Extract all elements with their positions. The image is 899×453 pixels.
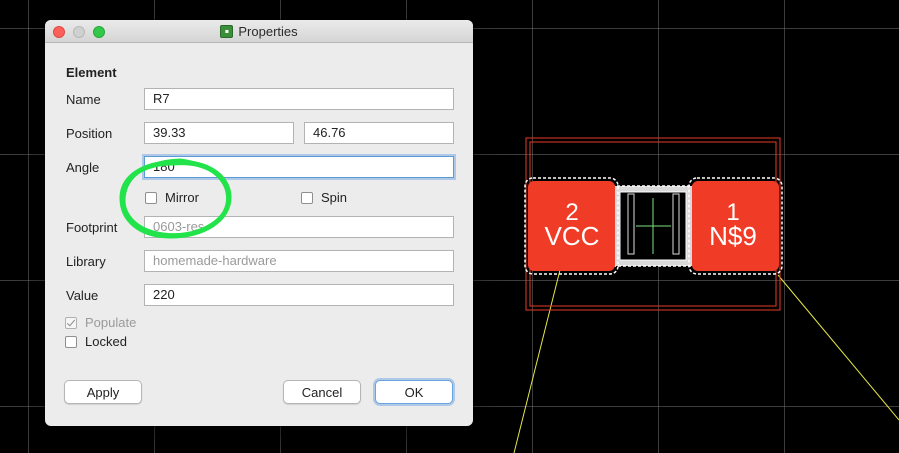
- value-label: Value: [66, 288, 99, 303]
- populate-checkbox: [65, 316, 77, 329]
- dialog-title: Properties: [238, 23, 298, 39]
- position-y-field[interactable]: 46.76: [304, 122, 454, 144]
- airwire-vcc[interactable]: [513, 269, 561, 453]
- pad-right-net: N$9: [709, 221, 757, 251]
- library-field: homemade-hardware: [144, 250, 454, 272]
- name-label: Name: [66, 92, 101, 107]
- position-x-field[interactable]: 39.33: [144, 122, 294, 144]
- pad-left-net: VCC: [545, 221, 600, 251]
- locked-checkbox-row[interactable]: Locked: [65, 334, 127, 349]
- airwire-n9[interactable]: [777, 274, 899, 421]
- value-field[interactable]: 220: [144, 284, 454, 306]
- properties-dialog: ▪ Properties Element Name R7 Position 39…: [45, 20, 473, 426]
- library-label: Library: [66, 254, 106, 269]
- name-field[interactable]: R7: [144, 88, 454, 110]
- position-label: Position: [66, 126, 113, 141]
- dialog-title-area: ▪ Properties: [45, 20, 473, 42]
- populate-checkbox-row: Populate: [65, 315, 136, 330]
- silkscreen-bar-left: [627, 193, 635, 255]
- section-title-element: Element: [66, 65, 117, 80]
- apply-button[interactable]: Apply: [64, 380, 142, 404]
- eagle-app-icon: ▪: [220, 24, 234, 38]
- footprint-label: Footprint: [66, 220, 118, 235]
- spin-label: Spin: [321, 190, 348, 205]
- angle-field[interactable]: 180: [144, 156, 454, 178]
- mirror-checkbox-row[interactable]: Mirror: [145, 190, 199, 205]
- ok-button[interactable]: OK: [375, 380, 453, 404]
- locked-checkbox[interactable]: [65, 335, 77, 348]
- locked-label: Locked: [85, 334, 127, 349]
- cancel-button[interactable]: Cancel: [283, 380, 361, 404]
- footprint-field: 0603-res: [144, 216, 454, 238]
- mirror-label: Mirror: [165, 190, 199, 205]
- spin-checkbox[interactable]: [301, 191, 313, 204]
- mirror-checkbox[interactable]: [145, 191, 157, 204]
- populate-label: Populate: [85, 315, 137, 330]
- angle-label: Angle: [66, 160, 100, 175]
- spin-checkbox-row[interactable]: Spin: [301, 190, 347, 205]
- dialog-titlebar[interactable]: ▪ Properties: [45, 20, 473, 43]
- silkscreen-bar-right: [672, 193, 680, 255]
